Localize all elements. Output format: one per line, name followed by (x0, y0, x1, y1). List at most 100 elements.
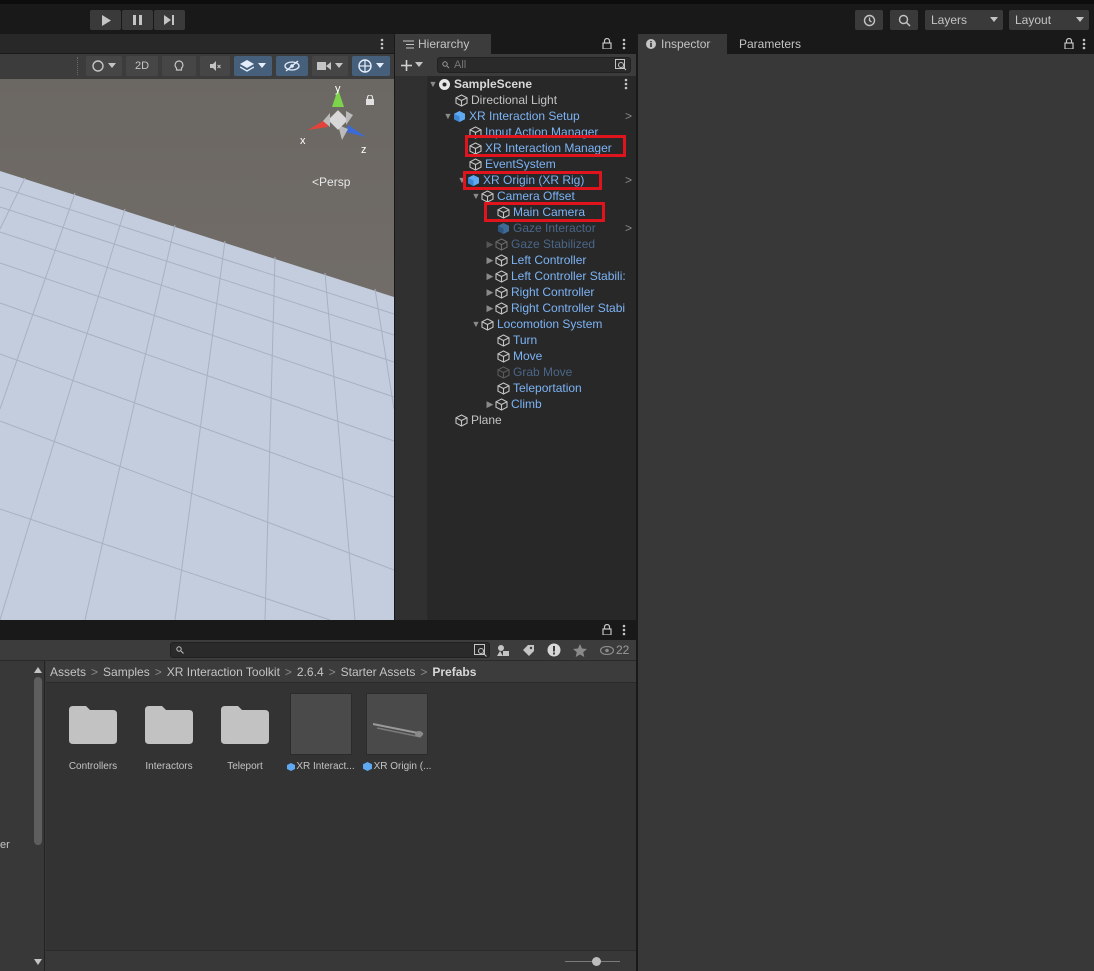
hierarchy-row-climb[interactable]: ▶ Climb (395, 396, 636, 412)
more-options-icon[interactable] (622, 38, 626, 50)
project-search-input[interactable] (170, 642, 490, 658)
hierarchy-row-samplescene[interactable]: ▼ SampleScene (395, 76, 636, 92)
chevron-right-icon: > (154, 664, 162, 679)
hierarchy-row-plane[interactable]: Plane (395, 412, 636, 428)
foldout-open-icon[interactable]: ▼ (471, 319, 481, 329)
folder-tree-scrollbar[interactable] (33, 665, 43, 967)
asset-folder-teleport[interactable]: Teleport (209, 693, 281, 772)
more-options-icon[interactable] (380, 38, 384, 50)
hierarchy-row-right-controller[interactable]: ▶ Right Controller (395, 284, 636, 300)
more-options-icon[interactable] (624, 78, 628, 90)
project-panel: 22 er Assets > Samples > XR Interaction … (0, 620, 636, 971)
hierarchy-row-left-controller[interactable]: ▶ Left Controller (395, 252, 636, 268)
foldout-open-icon[interactable]: ▼ (471, 191, 481, 201)
layout-label: Layout (1015, 13, 1052, 27)
filter-by-type-icon[interactable] (497, 644, 510, 657)
play-icon (101, 14, 111, 26)
hierarchy-row-turn[interactable]: Turn (395, 332, 636, 348)
tab-inspector[interactable]: Inspector (638, 34, 727, 54)
hierarchy-row-right-controller-stabilized[interactable]: ▶ Right Controller Stabi (395, 300, 636, 316)
2d-toggle-button[interactable]: 2D (126, 56, 158, 76)
tab-parameters[interactable]: Parameters (731, 34, 809, 54)
favorite-star-icon[interactable] (573, 644, 587, 657)
label-tag-icon[interactable] (522, 644, 535, 657)
hierarchy-row-gaze-stabilized[interactable]: ▶ Gaze Stabilized (395, 236, 636, 252)
2d-label: 2D (134, 60, 150, 72)
hierarchy-row-xr-interaction-setup[interactable]: ▼ XR Interaction Setup > (395, 108, 636, 124)
effects-dropdown[interactable] (234, 56, 272, 76)
hierarchy-row-move[interactable]: Move (395, 348, 636, 364)
scrollbar-thumb[interactable] (34, 677, 42, 845)
shading-mode-dropdown[interactable] (86, 56, 122, 76)
row-label: EventSystem (485, 157, 556, 171)
breadcrumb-item[interactable]: XR Interaction Toolkit (167, 665, 280, 679)
chevron-right-icon[interactable]: > (625, 109, 632, 123)
hierarchy-row-eventsystem[interactable]: EventSystem (395, 156, 636, 172)
foldout-open-icon[interactable]: ▼ (428, 79, 438, 89)
search-by-type-icon[interactable] (474, 644, 487, 657)
search-icon (176, 646, 184, 654)
foldout-closed-icon[interactable]: ▶ (485, 271, 495, 282)
layers-dropdown[interactable]: Layers (925, 10, 1003, 30)
step-button[interactable] (154, 10, 185, 30)
audio-toggle-button[interactable] (200, 56, 230, 76)
breadcrumb-item[interactable]: 2.6.4 (297, 665, 324, 679)
hierarchy-row-teleportation[interactable]: Teleportation (395, 380, 636, 396)
pause-button[interactable] (122, 10, 153, 30)
search-button[interactable] (890, 10, 918, 30)
scene-viewport[interactable]: y x z < Persp (0, 79, 394, 620)
lock-icon[interactable] (1064, 38, 1074, 49)
gizmos-dropdown[interactable] (352, 56, 390, 76)
scroll-up-icon[interactable] (34, 667, 42, 673)
hierarchy-row-gaze-interactor[interactable]: Gaze Interactor > (395, 220, 636, 236)
foldout-closed-icon[interactable]: ▶ (485, 303, 495, 314)
breadcrumb-item[interactable]: Assets (50, 665, 86, 679)
play-controls (90, 10, 185, 32)
chevron-right-icon[interactable]: > (625, 221, 632, 235)
hierarchy-search-input[interactable]: All (437, 57, 631, 73)
chevron-down-icon (990, 17, 998, 22)
projection-toggle[interactable]: < Persp (312, 175, 350, 189)
foldout-closed-icon[interactable]: ▶ (485, 255, 495, 266)
lock-icon[interactable] (365, 95, 375, 105)
hierarchy-row-left-controller-stabilized[interactable]: ▶ Left Controller Stabili: (395, 268, 636, 284)
foldout-closed-icon[interactable]: ▶ (485, 399, 495, 410)
camera-settings-dropdown[interactable] (312, 56, 348, 76)
prefab-cube-icon (498, 222, 509, 234)
asset-label: Interactors (145, 761, 193, 772)
breadcrumb-item[interactable]: Starter Assets (341, 665, 416, 679)
asset-prefab-xr-interaction-setup[interactable]: XR Interact... (285, 693, 357, 774)
create-dropdown[interactable] (401, 57, 427, 73)
tab-hierarchy[interactable]: Hierarchy (395, 34, 491, 54)
more-options-icon[interactable] (1082, 38, 1086, 50)
row-label: Climb (511, 397, 542, 411)
hierarchy-row-directional-light[interactable]: Directional Light (395, 92, 636, 108)
thumbnail-size-slider-handle[interactable] (592, 957, 601, 966)
asset-prefab-xr-origin[interactable]: XR Origin (... (361, 693, 433, 774)
foldout-closed-icon[interactable]: ▶ (485, 287, 495, 298)
history-button[interactable] (855, 10, 883, 30)
asset-folder-interactors[interactable]: Interactors (133, 693, 205, 772)
log-warning-icon[interactable] (547, 643, 561, 657)
scroll-down-icon[interactable] (34, 959, 42, 965)
lock-icon[interactable] (602, 624, 612, 635)
chevron-right-icon[interactable]: > (625, 173, 632, 187)
row-label: Turn (513, 333, 538, 347)
hierarchy-row-grab-move[interactable]: Grab Move (395, 364, 636, 380)
hierarchy-row-locomotion-system[interactable]: ▼ Locomotion System (395, 316, 636, 332)
row-label: Gaze Stabilized (511, 237, 596, 251)
breadcrumb-item[interactable]: Samples (103, 665, 150, 679)
more-options-icon[interactable] (622, 624, 626, 636)
lock-icon[interactable] (602, 38, 612, 49)
gizmos-globe-icon (358, 59, 372, 73)
asset-folder-controllers[interactable]: Controllers (57, 693, 129, 772)
asset-label-text: XR Origin (... (373, 761, 432, 772)
hidden-packages-toggle[interactable]: 22 (600, 643, 629, 657)
foldout-closed-icon[interactable]: ▶ (485, 239, 495, 250)
layout-dropdown[interactable]: Layout (1009, 10, 1089, 30)
search-by-type-icon[interactable] (615, 59, 627, 71)
play-button[interactable] (90, 10, 121, 30)
scene-visibility-toggle[interactable] (276, 56, 308, 76)
foldout-open-icon[interactable]: ▼ (443, 111, 453, 121)
lighting-toggle-button[interactable] (162, 56, 196, 76)
